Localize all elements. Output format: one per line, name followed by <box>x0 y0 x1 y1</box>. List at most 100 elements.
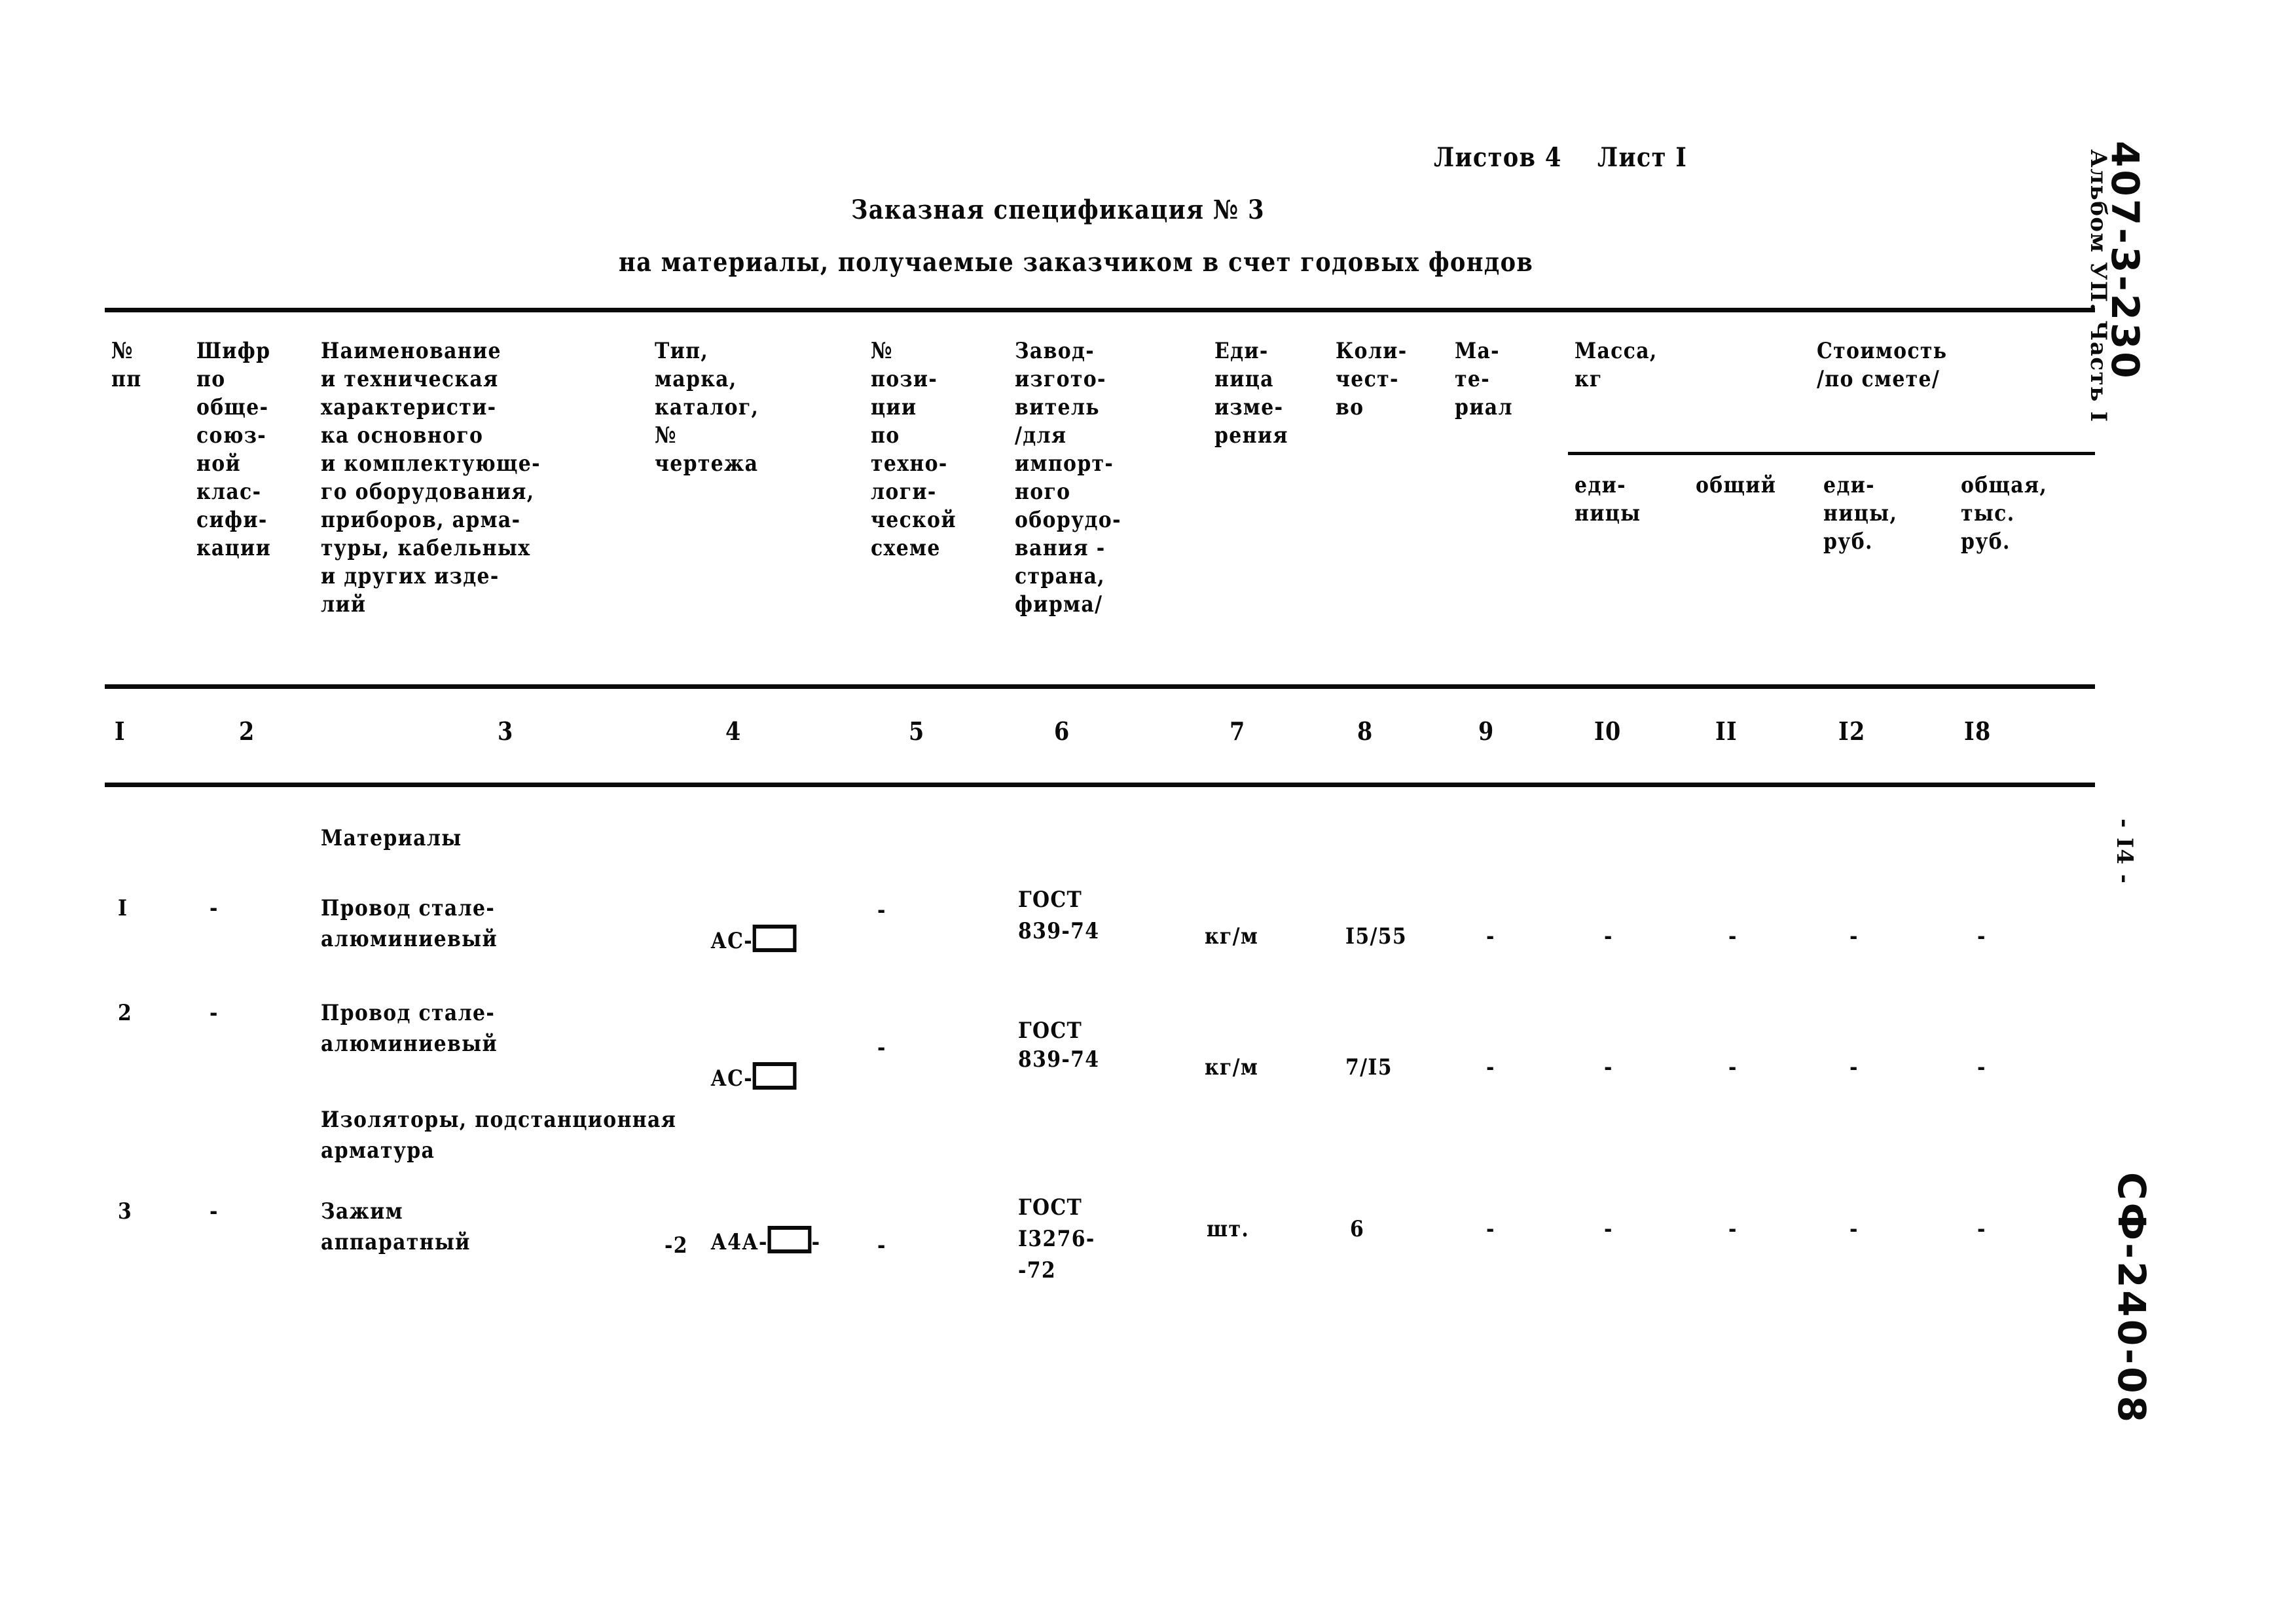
row-3-type-prefix: А4А- <box>710 1229 768 1255</box>
row-1-type-blank-box <box>752 925 797 952</box>
header-5-line-3: по <box>871 422 900 449</box>
scanned-specification-page: Листов 4 Лист I Заказная спецификация № … <box>0 0 2296 1624</box>
row-2-mfr-2: 839-74 <box>1018 1046 1100 1073</box>
header-7-line-0: Еди- <box>1214 338 1269 364</box>
header-6-line-8: страна, <box>1015 563 1106 589</box>
header-group-mass: Масса, кг <box>1575 337 1669 394</box>
row-3-mass-unit: - <box>1604 1216 1613 1242</box>
header-6-line-5: ного <box>1015 479 1071 505</box>
header-2-line-7: кации <box>196 535 272 561</box>
colnum-13: I8 <box>1964 716 1992 746</box>
header-2-line-6: сифи- <box>196 507 268 533</box>
header-6-line-3: /для <box>1015 422 1067 449</box>
header-7-line-2: изме- <box>1214 394 1284 420</box>
header-6-line-2: витель <box>1015 394 1100 420</box>
header-4-line-1: марка, <box>655 366 737 392</box>
row-2-num: 2 <box>118 1000 133 1026</box>
header-cell-4: Тип, марка, каталог, № чертежа <box>655 337 773 478</box>
header-1-line-0: № <box>111 338 134 364</box>
colnum-10: I0 <box>1594 716 1622 746</box>
header-6-line-0: Завод- <box>1015 338 1095 364</box>
row-2-material: - <box>1486 1054 1495 1080</box>
row-1-cost-unit: - <box>1850 923 1859 950</box>
row-3-type-blank-box <box>767 1226 812 1253</box>
row-3-num: 3 <box>118 1198 133 1225</box>
header-cell-6: Завод- изгото- витель /для импорт- ного … <box>1015 337 1136 619</box>
colnum-11: II <box>1715 716 1738 746</box>
row-1-mfr-2: 839-74 <box>1018 918 1100 944</box>
section-title-materials: Материалы <box>321 825 462 851</box>
row-1-cost-total: - <box>1977 923 1986 950</box>
header-5-line-6: ческой <box>871 507 957 533</box>
header-9-line-1: те- <box>1455 366 1490 392</box>
row-1-num: I <box>118 895 128 921</box>
sheet-count-label: Листов 4 Лист I <box>1434 142 1688 173</box>
header-3-line-5: го оборудования, <box>321 479 535 505</box>
header-12-line-0: Стоимость <box>1817 338 1948 364</box>
colnum-1: I <box>115 716 126 746</box>
header-13-sub-0: общая, <box>1961 472 2048 498</box>
cost-group-underline-rule <box>1568 452 2095 455</box>
row-2-cost-total: - <box>1977 1054 1986 1080</box>
row-3-mfr-3: -72 <box>1018 1257 1057 1283</box>
row-2-name-1: Провод стале- <box>321 1000 496 1026</box>
row-2-position: - <box>877 1035 886 1061</box>
header-12-sub-2: руб. <box>1823 528 1873 555</box>
row-2-mass-total: - <box>1728 1054 1738 1080</box>
colnum-8: 8 <box>1357 716 1374 746</box>
header-10-sub-1: ницы <box>1575 500 1641 526</box>
row-2-mass-unit: - <box>1604 1054 1613 1080</box>
colnum-2: 2 <box>239 716 255 746</box>
document-title-line-1: Заказная спецификация № 3 <box>851 194 1265 225</box>
header-13-sub-2: руб. <box>1961 528 2011 555</box>
header-6-line-4: импорт- <box>1015 451 1114 477</box>
header-3-line-7: туры, кабельных <box>321 535 531 561</box>
row-2-unit: кг/м <box>1205 1054 1259 1080</box>
header-1-line-1: пп <box>111 366 142 392</box>
header-4-line-0: Тип, <box>655 338 709 364</box>
header-group-cost: Стоимость /по смете/ <box>1817 337 1965 394</box>
header-cell-7: Еди- ница изме- рения <box>1214 337 1298 450</box>
table-header-bottom-rule <box>105 684 2095 689</box>
header-cell-1: № пп <box>111 337 146 394</box>
row-2-qty: 7/I5 <box>1345 1054 1393 1080</box>
header-2-line-1: по <box>196 366 226 392</box>
header-cell-13-sub: общая, тыс. руб. <box>1961 471 2059 556</box>
header-9-line-2: риал <box>1455 394 1513 420</box>
colnum-6: 6 <box>1054 716 1070 746</box>
row-3-cost-total: - <box>1977 1216 1986 1242</box>
header-cell-11-sub: общий <box>1696 471 1787 500</box>
row-3-mass-total: - <box>1728 1216 1738 1242</box>
row-2-type-prefix: АС- <box>710 1065 753 1092</box>
row-3-name-2: аппаратный <box>321 1229 471 1255</box>
row-1-name-2: алюминиевый <box>321 926 498 952</box>
colnum-3: 3 <box>498 716 514 746</box>
row-3-name-1: Зажим <box>321 1198 403 1225</box>
header-12-line-1: /по смете/ <box>1817 366 1941 392</box>
header-cell-3: Наименование и техническая характеристи-… <box>321 337 571 619</box>
section-title-insulators-line-1: Изоляторы, подстанционная <box>321 1107 677 1133</box>
header-2-line-0: Шифр <box>196 338 271 364</box>
header-cell-5: № пози- ции по техно- логи- ческой схеме <box>871 337 968 563</box>
document-title-line-2: на материалы, получаемые заказчиком в сч… <box>619 247 1534 278</box>
row-1-type: АС- <box>665 896 797 984</box>
row-1-type-prefix: АС- <box>710 928 753 954</box>
header-5-line-5: логи- <box>871 479 937 505</box>
header-3-line-6: приборов, арма- <box>321 507 521 533</box>
colnum-7: 7 <box>1230 716 1246 746</box>
header-6-line-1: изгото- <box>1015 366 1106 392</box>
header-cell-8: Коли- чест- во <box>1336 337 1417 422</box>
row-2-type: АС- <box>665 1033 797 1122</box>
header-4-line-2: каталог, <box>655 394 759 420</box>
header-4-line-4: чертежа <box>655 451 759 477</box>
header-7-line-1: ница <box>1214 366 1274 392</box>
row-3-unit: шт. <box>1207 1216 1250 1242</box>
header-10-line-1: кг <box>1575 366 1603 392</box>
header-13-sub-1: тыс. <box>1961 500 2015 526</box>
header-7-line-3: рения <box>1214 422 1288 449</box>
header-8-line-2: во <box>1336 394 1364 420</box>
header-2-line-2: обще- <box>196 394 269 420</box>
colnum-9: 9 <box>1478 716 1495 746</box>
colnum-4: 4 <box>725 716 742 746</box>
album-label: Альбом УП. Часть I <box>2085 149 2111 423</box>
